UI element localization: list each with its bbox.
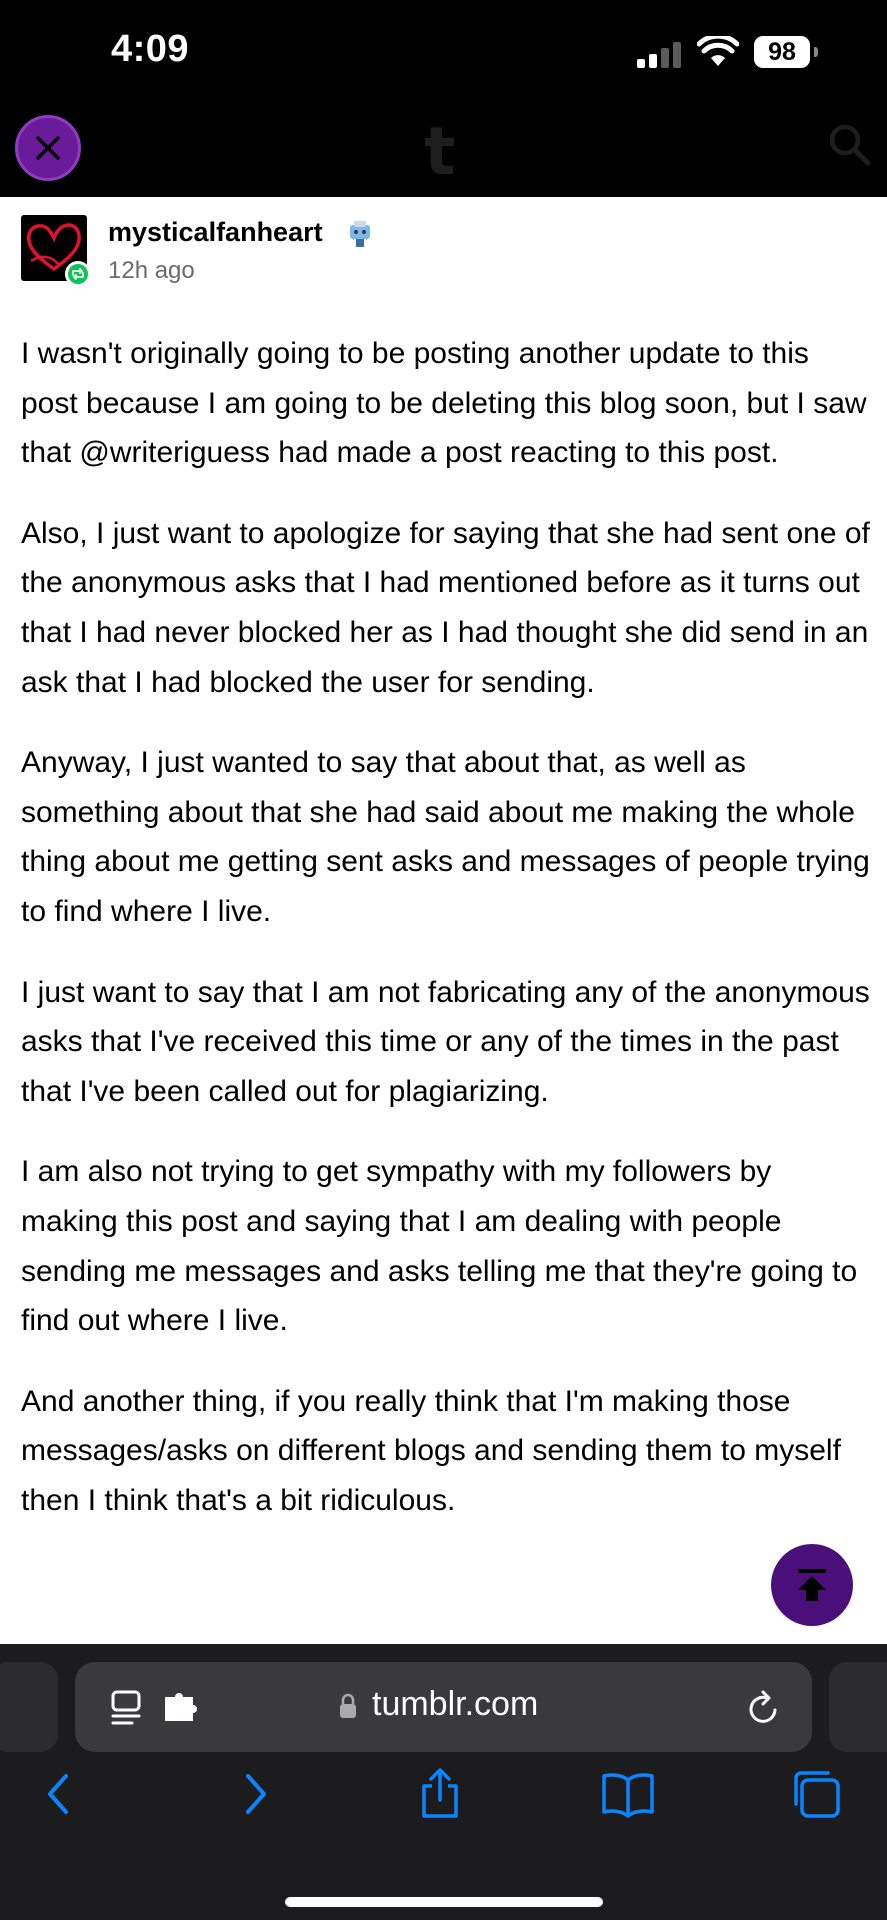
browser-bottom-bar: tumblr.com — [0, 1644, 887, 1920]
status-time: 4:09 — [111, 28, 190, 70]
blog-badge-icon — [350, 221, 370, 247]
close-icon — [36, 136, 60, 160]
bookmarks-icon[interactable] — [600, 1766, 656, 1822]
blog-name[interactable]: mysticalfanheart — [108, 217, 323, 248]
lock-icon — [340, 1693, 356, 1718]
close-button[interactable] — [15, 115, 81, 181]
battery-level: 98 — [754, 36, 810, 68]
post-paragraph: I just want to say that I am not fabrica… — [21, 975, 870, 1108]
url-text[interactable]: tumblr.com — [372, 1685, 538, 1724]
back-icon[interactable] — [32, 1766, 88, 1822]
forward-icon[interactable] — [226, 1766, 282, 1822]
next-tab-preview[interactable] — [829, 1662, 887, 1752]
reblog-badge — [65, 261, 91, 287]
scroll-to-top-icon — [798, 1569, 826, 1601]
home-indicator[interactable] — [285, 1897, 603, 1907]
reload-icon[interactable] — [747, 1690, 781, 1726]
scroll-to-top-button[interactable] — [771, 1544, 853, 1626]
battery-icon: 98 — [754, 36, 818, 68]
share-icon[interactable] — [412, 1766, 468, 1822]
tumblr-logo: t — [424, 113, 456, 190]
post-paragraph: Also, I just want to apologize for sayin… — [21, 516, 870, 699]
app-header: t — [0, 105, 887, 197]
reader-icon[interactable] — [110, 1690, 144, 1726]
post-paragraph: Anyway, I just wanted to say that about … — [21, 746, 870, 928]
extension-icon[interactable] — [163, 1691, 201, 1723]
wifi-icon — [697, 36, 739, 66]
post: mysticalfanheart 12h ago I wasn't origin… — [0, 197, 887, 1644]
status-bar: 4:09 98 — [0, 0, 887, 105]
address-bar[interactable]: tumblr.com — [75, 1662, 812, 1752]
previous-tab-preview[interactable] — [0, 1662, 58, 1752]
tabs-icon[interactable] — [788, 1766, 844, 1822]
post-paragraph: And another thing, if you really think t… — [21, 1384, 841, 1517]
post-body: I wasn't originally going to be posting … — [21, 329, 871, 1556]
post-paragraph: I wasn't originally going to be posting … — [21, 337, 867, 470]
reblog-icon — [72, 268, 84, 280]
search-icon[interactable] — [826, 121, 872, 167]
post-timestamp: 12h ago — [108, 257, 195, 284]
post-paragraph: I am also not trying to get sympathy wit… — [21, 1155, 858, 1338]
cellular-signal-icon — [637, 42, 685, 68]
